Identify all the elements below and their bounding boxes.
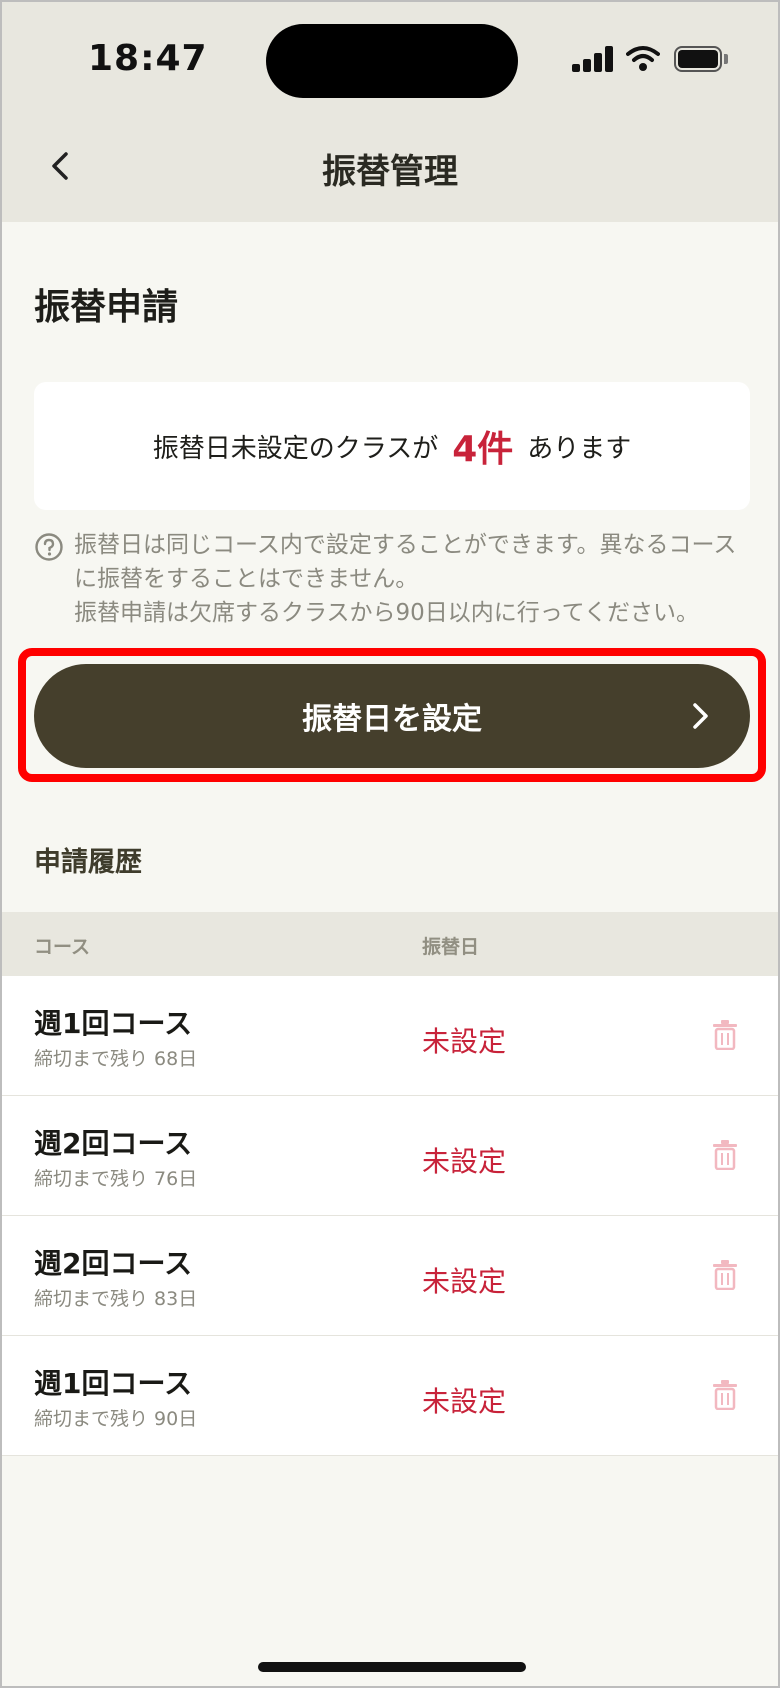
wifi-icon [626, 46, 660, 71]
row-deadline: 締切まで残り 90日 [34, 1408, 198, 1430]
row-course: 週2回コース [34, 1247, 193, 1280]
chevron-right-icon [693, 703, 708, 729]
row-status: 未設定 [422, 1145, 507, 1178]
help-question-icon [35, 533, 63, 561]
table-row[interactable]: 週2回コース 締切まで残り 76日 未設定 [2, 1096, 778, 1216]
trash-icon[interactable] [712, 1260, 738, 1290]
notice-prefix: 振替日未設定のクラスが [152, 433, 439, 464]
unset-count: 4件 [452, 429, 514, 470]
dynamic-island [266, 24, 518, 98]
history-list: 週1回コース 締切まで残り 68日 未設定 週2回コース 締切まで残り 76日 … [2, 976, 778, 1456]
battery-icon [674, 46, 728, 72]
row-deadline: 締切まで残り 83日 [34, 1288, 198, 1310]
column-transfer-date: 振替日 [422, 936, 480, 958]
row-course: 週2回コース [34, 1127, 193, 1160]
row-deadline: 締切まで残り 76日 [34, 1168, 198, 1190]
trash-icon[interactable] [712, 1380, 738, 1410]
row-course: 週1回コース [34, 1367, 193, 1400]
help-line-2: 振替申請は欠席するクラスから90日以内に行ってください。 [74, 600, 699, 626]
unset-classes-notice: 振替日未設定のクラスが 4件 あります [34, 382, 750, 510]
table-row[interactable]: 週2回コース 締切まで残り 83日 未設定 [2, 1216, 778, 1336]
row-status: 未設定 [422, 1385, 507, 1418]
help-line-1: 振替日は同じコース内で設定することができます。異なるコースに振替をすることはでき… [74, 532, 737, 592]
nav-header: 振替管理 [2, 114, 778, 222]
row-status: 未設定 [422, 1025, 507, 1058]
row-course: 週1回コース [34, 1007, 193, 1040]
column-course: コース [34, 936, 91, 958]
row-deadline: 締切まで残り 68日 [34, 1048, 198, 1070]
trash-icon[interactable] [712, 1140, 738, 1170]
status-time: 18:47 [88, 38, 208, 79]
trash-icon[interactable] [712, 1020, 738, 1050]
signal-icon [572, 46, 614, 72]
table-header: コース 振替日 [2, 912, 778, 976]
table-row[interactable]: 週1回コース 締切まで残り 90日 未設定 [2, 1336, 778, 1456]
row-status: 未設定 [422, 1265, 507, 1298]
home-indicator [258, 1662, 526, 1672]
set-transfer-date-label: 振替日を設定 [302, 702, 482, 737]
help-note: 振替日は同じコース内で設定することができます。異なるコースに振替をすることはでき… [34, 528, 754, 630]
section-title: 振替申請 [34, 287, 179, 328]
status-bar: 18:47 [2, 2, 778, 114]
history-title: 申請履歴 [34, 847, 142, 878]
app-screen: 18:47 振替管理 振替申請 振替日未設定のクラスが 4件 あります 振替日は… [0, 0, 780, 1688]
page-title: 振替管理 [322, 152, 458, 192]
set-transfer-date-button[interactable]: 振替日を設定 [34, 664, 750, 768]
table-row[interactable]: 週1回コース 締切まで残り 68日 未設定 [2, 976, 778, 1096]
notice-suffix: あります [527, 433, 632, 464]
